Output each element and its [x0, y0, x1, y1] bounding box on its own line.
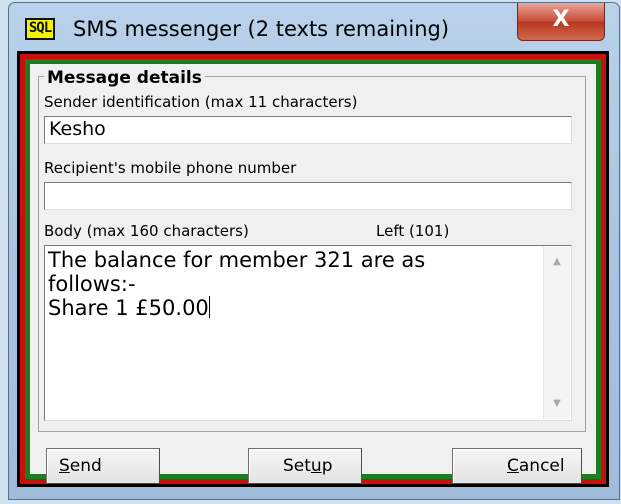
- recipient-label: Recipient's mobile phone number: [44, 159, 297, 177]
- scroll-up-icon[interactable]: ▲: [544, 251, 570, 273]
- body-label: Body (max 160 characters): [44, 222, 249, 240]
- scroll-down-icon[interactable]: ▼: [544, 393, 570, 415]
- outer-border-black: Message details Sender identification (m…: [17, 51, 609, 487]
- border-green: Message details Sender identification (m…: [25, 59, 601, 484]
- sms-messenger-window: SQL SMS messenger (2 texts remaining) X …: [8, 2, 620, 500]
- body-text: The balance for member 321 are as follow…: [48, 248, 426, 320]
- text-caret: [208, 296, 210, 318]
- dialog-client-area: Message details Sender identification (m…: [30, 64, 596, 484]
- sender-label: Sender identification (max 11 characters…: [44, 93, 358, 111]
- title-bar[interactable]: SQL SMS messenger (2 texts remaining) X: [9, 3, 619, 51]
- app-icon: SQL: [25, 18, 55, 40]
- window-title: SMS messenger (2 texts remaining): [73, 17, 450, 41]
- body-textarea[interactable]: The balance for member 321 are as follow…: [44, 245, 572, 421]
- characters-left-label: Left (101): [376, 222, 450, 240]
- recipient-input[interactable]: [44, 182, 572, 210]
- send-button[interactable]: Send: [46, 448, 160, 484]
- border-red: Message details Sender identification (m…: [20, 54, 606, 484]
- setup-button[interactable]: Setup: [248, 448, 362, 484]
- close-button[interactable]: X: [517, 3, 605, 41]
- cancel-button[interactable]: Cancel: [452, 448, 582, 484]
- group-title: Message details: [44, 68, 205, 88]
- body-scrollbar[interactable]: ▲ ▼: [543, 247, 570, 419]
- sender-input[interactable]: Kesho: [44, 116, 572, 144]
